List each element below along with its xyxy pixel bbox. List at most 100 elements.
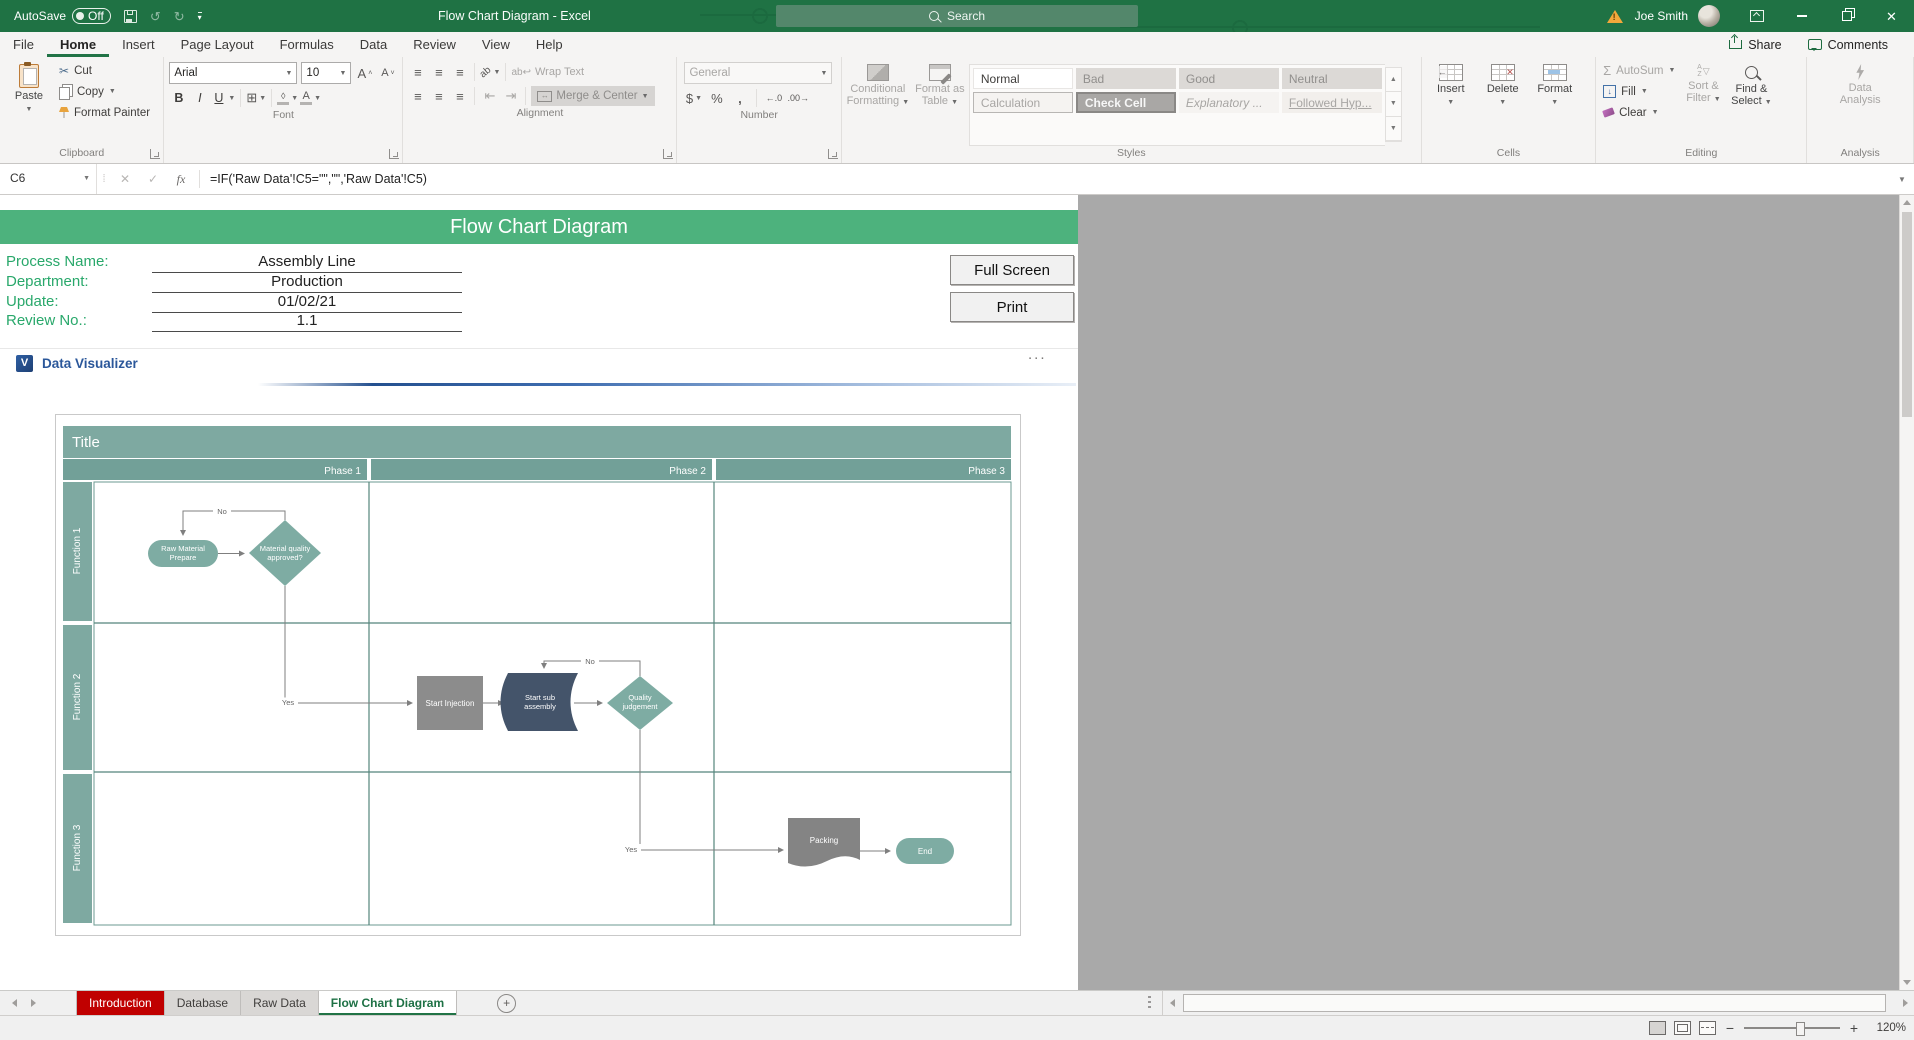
zoom-level[interactable]: 120% [1868, 1022, 1906, 1034]
node-raw-material-prepare[interactable]: Raw Material Prepare [148, 540, 218, 567]
align-center-button[interactable]: ≡ [429, 86, 448, 106]
copy-button[interactable]: Copy▼ [55, 81, 154, 102]
redo-icon[interactable]: ↻ [174, 10, 185, 23]
tab-formulas[interactable]: Formulas [267, 32, 347, 57]
tab-scroll-splitter[interactable] [1148, 996, 1151, 1010]
sheet-tab-flow-chart-diagram[interactable]: Flow Chart Diagram [319, 991, 457, 1015]
wrap-text-button[interactable]: ab↩Wrap Text [511, 62, 584, 82]
delete-cells-button[interactable]: Delete▼ [1477, 60, 1529, 146]
horizontal-scrollbar-track[interactable] [1181, 991, 1896, 1015]
underline-button[interactable]: U▼ [211, 88, 235, 108]
enter-entry-icon[interactable]: ✓ [139, 172, 167, 186]
gallery-more-icon[interactable]: ▼ [1386, 117, 1401, 141]
ribbon-display-options-button[interactable] [1734, 0, 1779, 32]
style-normal[interactable]: Normal [973, 68, 1073, 89]
clear-button[interactable]: Clear▼ [1599, 102, 1679, 123]
zoom-slider-thumb[interactable] [1796, 1022, 1805, 1036]
align-right-button[interactable]: ≡ [450, 86, 469, 106]
find-select-button[interactable]: Find &Select ▼ [1727, 60, 1775, 146]
restore-button[interactable] [1824, 0, 1869, 32]
autosave-toggle[interactable]: AutoSave Off [14, 8, 111, 24]
font-name-select[interactable]: Arial▼ [169, 62, 297, 84]
gallery-down-icon[interactable]: ▼ [1386, 92, 1401, 116]
font-color-button[interactable]: A▼ [300, 88, 321, 108]
warning-icon[interactable] [1607, 10, 1623, 23]
horizontal-scrollbar-thumb[interactable] [1183, 994, 1886, 1012]
next-sheet-icon[interactable] [31, 999, 36, 1007]
style-good[interactable]: Good [1179, 68, 1279, 89]
increase-decimal-button[interactable]: ←.0 [764, 88, 783, 108]
style-check-cell[interactable]: Check Cell [1076, 92, 1176, 113]
decrease-font-size-button[interactable]: A˅ [378, 63, 397, 83]
bold-button[interactable]: B [169, 88, 188, 108]
orientation-button[interactable]: ab▼ [480, 62, 500, 82]
share-button[interactable]: Share [1719, 36, 1791, 54]
flowchart-diagram[interactable]: Title Phase 1 Phase 2 Phase 3 Function 1… [55, 414, 1021, 936]
print-button[interactable]: Print [950, 292, 1074, 322]
minimize-button[interactable] [1779, 0, 1824, 32]
tab-file[interactable]: File [0, 32, 47, 57]
align-left-button[interactable]: ≡ [408, 86, 427, 106]
insert-function-icon[interactable]: fx [167, 172, 195, 187]
save-icon[interactable] [124, 10, 137, 23]
tab-data[interactable]: Data [347, 32, 400, 57]
align-top-button[interactable]: ≡ [408, 62, 427, 82]
node-end[interactable]: End [896, 838, 954, 864]
node-start-injection[interactable]: Start Injection [417, 676, 483, 730]
increase-indent-button[interactable]: ⇥ [501, 86, 520, 106]
gallery-up-icon[interactable]: ▲ [1386, 68, 1401, 92]
sort-filter-button[interactable]: AZ▽ Sort &Filter ▼ [1679, 60, 1727, 146]
formula-input[interactable]: =IF('Raw Data'!C5="","",'Raw Data'!C5) [204, 172, 427, 186]
borders-button[interactable]: ⊞▼ [246, 88, 266, 108]
new-sheet-button[interactable]: + [497, 994, 516, 1013]
comments-button[interactable]: Comments [1798, 36, 1898, 54]
paste-button[interactable]: Paste ▼ [3, 60, 55, 146]
decrease-indent-button[interactable]: ⇤ [480, 86, 499, 106]
autosum-button[interactable]: ΣAutoSum▼ [1599, 60, 1679, 81]
page-break-view-icon[interactable] [1699, 1021, 1716, 1035]
style-followed-hyperlink[interactable]: Followed Hyp... [1282, 92, 1382, 113]
node-start-sub-assembly[interactable]: Start sub assembly [501, 673, 579, 731]
data-analysis-button[interactable]: DataAnalysis [1830, 60, 1890, 146]
formula-bar-handle[interactable]: ⁞ [97, 173, 111, 185]
font-dialog-launcher-icon[interactable] [389, 149, 399, 159]
scroll-left-button[interactable] [1163, 999, 1181, 1007]
tab-view[interactable]: View [469, 32, 523, 57]
style-bad[interactable]: Bad [1076, 68, 1176, 89]
decrease-decimal-button[interactable]: .00→ [787, 88, 809, 108]
number-dialog-launcher-icon[interactable] [828, 149, 838, 159]
format-cells-button[interactable]: Format▼ [1529, 60, 1581, 146]
visualizer-menu-button[interactable]: ... [1028, 346, 1047, 363]
fill-color-button[interactable]: ◊▼ [277, 88, 298, 108]
number-format-select[interactable]: General▼ [684, 62, 832, 84]
style-calculation[interactable]: Calculation [973, 92, 1073, 113]
field-value[interactable]: 1.1 [152, 311, 462, 332]
field-value[interactable]: Production [152, 272, 462, 293]
full-screen-button[interactable]: Full Screen [950, 255, 1074, 285]
name-box[interactable]: C6▼ [0, 164, 97, 194]
sheet-tab-database[interactable]: Database [165, 991, 241, 1015]
field-value[interactable]: 01/02/21 [152, 292, 462, 313]
vertical-scrollbar[interactable] [1899, 195, 1914, 990]
format-as-table-button[interactable]: Format asTable ▼ [911, 60, 969, 146]
normal-view-icon[interactable] [1649, 1021, 1666, 1035]
align-middle-button[interactable]: ≡ [429, 62, 448, 82]
merge-center-button[interactable]: ↔Merge & Center▼ [531, 86, 654, 106]
increase-font-size-button[interactable]: A˄ [355, 63, 374, 83]
scroll-down-button[interactable] [1900, 975, 1914, 990]
tab-help[interactable]: Help [523, 32, 576, 57]
insert-cells-button[interactable]: Insert▼ [1425, 60, 1477, 146]
scroll-right-button[interactable] [1896, 999, 1914, 1007]
zoom-out-button[interactable]: − [1724, 1020, 1736, 1036]
italic-button[interactable]: I [190, 88, 209, 108]
customize-qat-chevron-icon[interactable]: ▾ [198, 12, 202, 21]
format-painter-button[interactable]: Format Painter [55, 102, 154, 123]
tab-insert[interactable]: Insert [109, 32, 168, 57]
conditional-formatting-button[interactable]: ConditionalFormatting ▼ [845, 60, 911, 146]
comma-format-button[interactable]: , [730, 88, 749, 108]
style-neutral[interactable]: Neutral [1282, 68, 1382, 89]
font-size-select[interactable]: 10▼ [301, 62, 351, 84]
page-layout-view-icon[interactable] [1674, 1021, 1691, 1035]
scroll-up-button[interactable] [1900, 195, 1914, 210]
cancel-entry-icon[interactable]: ✕ [111, 172, 139, 186]
